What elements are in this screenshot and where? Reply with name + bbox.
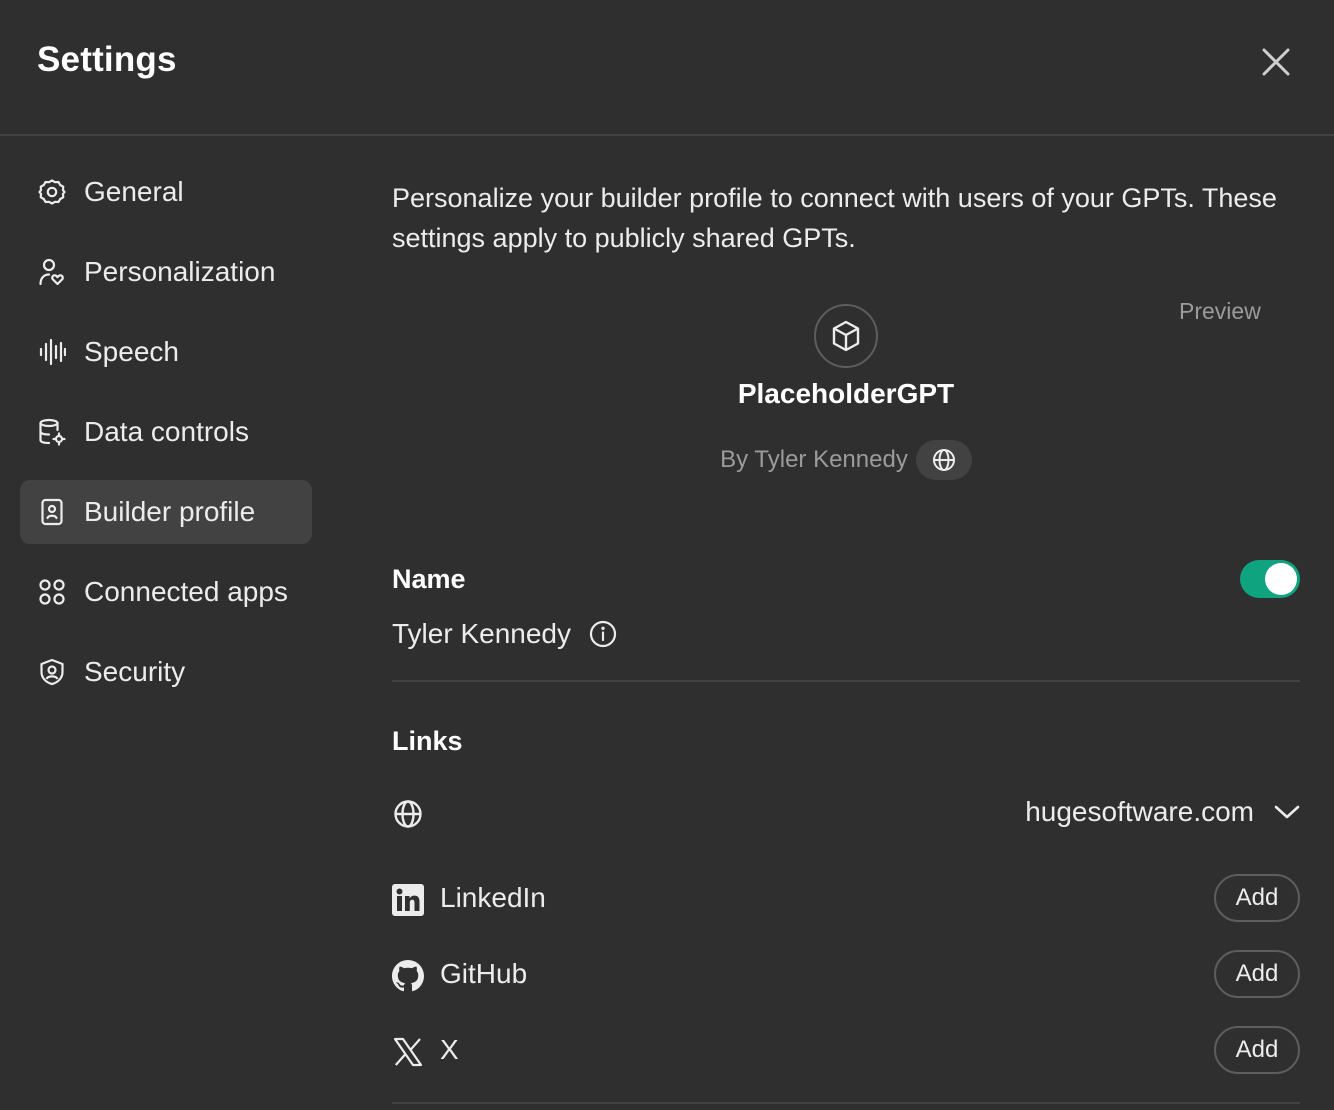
sidebar-item-label: Connected apps <box>84 576 288 607</box>
section-divider <box>392 680 1300 682</box>
globe-icon <box>392 798 424 830</box>
sidebar-item-general[interactable]: General <box>20 160 312 224</box>
name-visibility-toggle[interactable] <box>1240 560 1300 598</box>
x-logo-icon <box>392 1036 424 1068</box>
name-section-title: Name <box>392 564 466 594</box>
builder-name-value: Tyler Kennedy <box>392 618 571 649</box>
sidebar-item-label: Security <box>84 656 186 687</box>
x-label: X <box>440 1034 459 1065</box>
sidebar-item-label: Builder profile <box>84 496 256 527</box>
sidebar-item-label: General <box>84 176 184 207</box>
globe-icon <box>932 449 955 471</box>
gpt-avatar <box>814 304 878 368</box>
sidebar-item-builder-profile[interactable]: Builder profile <box>20 480 312 544</box>
gpt-name: PlaceholderGPT <box>737 378 955 409</box>
sidebar-item-label: Personalization <box>84 256 276 287</box>
profile-description: Personalize your builder profile to conn… <box>392 183 1277 253</box>
sidebar-item-personalization[interactable]: Personalization <box>20 240 312 304</box>
github-icon <box>392 960 424 992</box>
chevron-down-icon <box>1274 805 1300 819</box>
close-button[interactable] <box>1254 40 1298 84</box>
x-link-row: X Add <box>392 1026 1300 1078</box>
close-icon <box>1262 48 1290 76</box>
info-icon[interactable] <box>589 620 617 648</box>
add-linkedin-button[interactable]: Add <box>1214 874 1300 922</box>
sidebar-item-connected-apps[interactable]: Connected apps <box>20 560 312 624</box>
sidebar-item-label: Speech <box>84 336 179 367</box>
apps-grid-icon <box>36 578 68 606</box>
sidebar-item-speech[interactable]: Speech <box>20 320 312 384</box>
website-link-row: hugesoftware.com <box>392 788 1300 840</box>
settings-header: Settings <box>0 0 1334 136</box>
add-x-button[interactable]: Add <box>1214 1026 1300 1074</box>
gear-icon <box>36 178 68 206</box>
linkedin-label: LinkedIn <box>440 882 546 913</box>
shield-user-icon <box>36 658 68 686</box>
website-badge[interactable] <box>915 440 972 480</box>
person-heart-icon <box>36 258 68 286</box>
waveform-icon <box>36 338 68 366</box>
linkedin-link-row: LinkedIn Add <box>392 874 1300 926</box>
byline-text: By Tyler Kennedy <box>720 446 908 473</box>
settings-sidebar: General Personalization Speech Data cont… <box>20 160 312 720</box>
website-domain-value: hugesoftware.com <box>1025 796 1254 827</box>
preview-label: Preview <box>1179 298 1261 324</box>
page-title: Settings <box>37 40 177 79</box>
links-section-title: Links <box>392 726 463 756</box>
github-link-row: GitHub Add <box>392 950 1300 1002</box>
add-github-button[interactable]: Add <box>1214 950 1300 998</box>
section-divider <box>392 1102 1300 1104</box>
cube-icon <box>832 320 860 352</box>
linkedin-icon <box>392 884 424 916</box>
toggle-knob <box>1265 563 1297 595</box>
builder-name: Tyler Kennedy <box>392 618 617 650</box>
sidebar-item-data-controls[interactable]: Data controls <box>20 400 312 464</box>
github-label: GitHub <box>440 958 528 989</box>
id-badge-icon <box>36 498 68 526</box>
sidebar-item-label: Data controls <box>84 416 249 447</box>
website-domain-select[interactable]: hugesoftware.com <box>1025 796 1300 828</box>
sidebar-item-security[interactable]: Security <box>20 640 312 704</box>
gpt-byline: By Tyler Kennedy <box>646 440 1046 480</box>
database-gear-icon <box>36 418 68 446</box>
